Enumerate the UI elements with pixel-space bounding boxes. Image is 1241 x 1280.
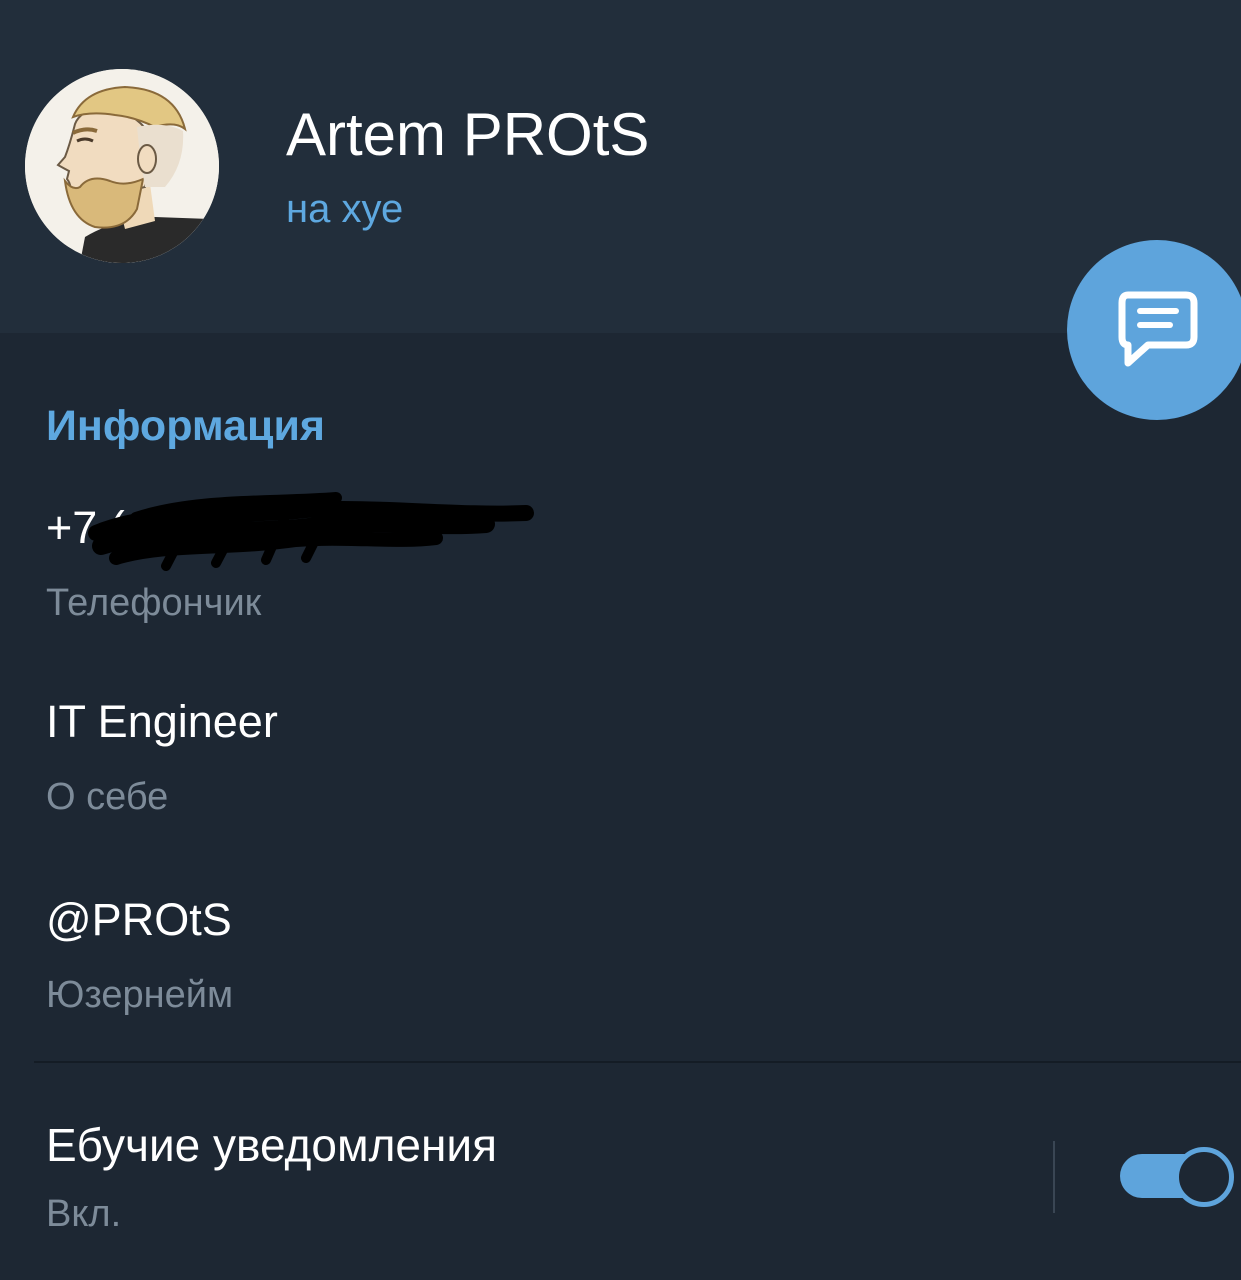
- info-section-title: Информация: [46, 402, 326, 450]
- profile-screen: Artem PROtS на хуе Информация +7 (•••) •…: [0, 0, 1241, 1280]
- redaction-scribble: [88, 492, 534, 571]
- send-message-button[interactable]: [1067, 240, 1241, 420]
- phone-label: Телефончик: [46, 582, 262, 624]
- toggle-thumb: [1174, 1147, 1234, 1207]
- vertical-separator: [1053, 1141, 1055, 1213]
- username-label: Юзернейм: [46, 974, 234, 1016]
- notifications-title: Ебучие уведомления: [46, 1119, 498, 1171]
- notifications-row[interactable]: Ебучие уведомления Вкл.: [0, 1063, 1241, 1280]
- bio-value: IT Engineer: [46, 696, 278, 747]
- avatar-image: [25, 69, 219, 263]
- message-icon: [1118, 291, 1198, 367]
- avatar[interactable]: [25, 69, 219, 263]
- profile-header: Artem PROtS на хуе: [0, 0, 1241, 333]
- username-value: @PROtS: [46, 894, 232, 945]
- profile-status: на хуе: [286, 187, 404, 231]
- notifications-toggle[interactable]: [1120, 1145, 1234, 1207]
- profile-name: Artem PROtS: [286, 101, 650, 168]
- notifications-status: Вкл.: [46, 1193, 122, 1235]
- username-row[interactable]: @PROtS Юзернейм: [46, 892, 1196, 1042]
- bio-label: О себе: [46, 776, 169, 818]
- bio-row[interactable]: IT Engineer О себе: [46, 694, 1196, 844]
